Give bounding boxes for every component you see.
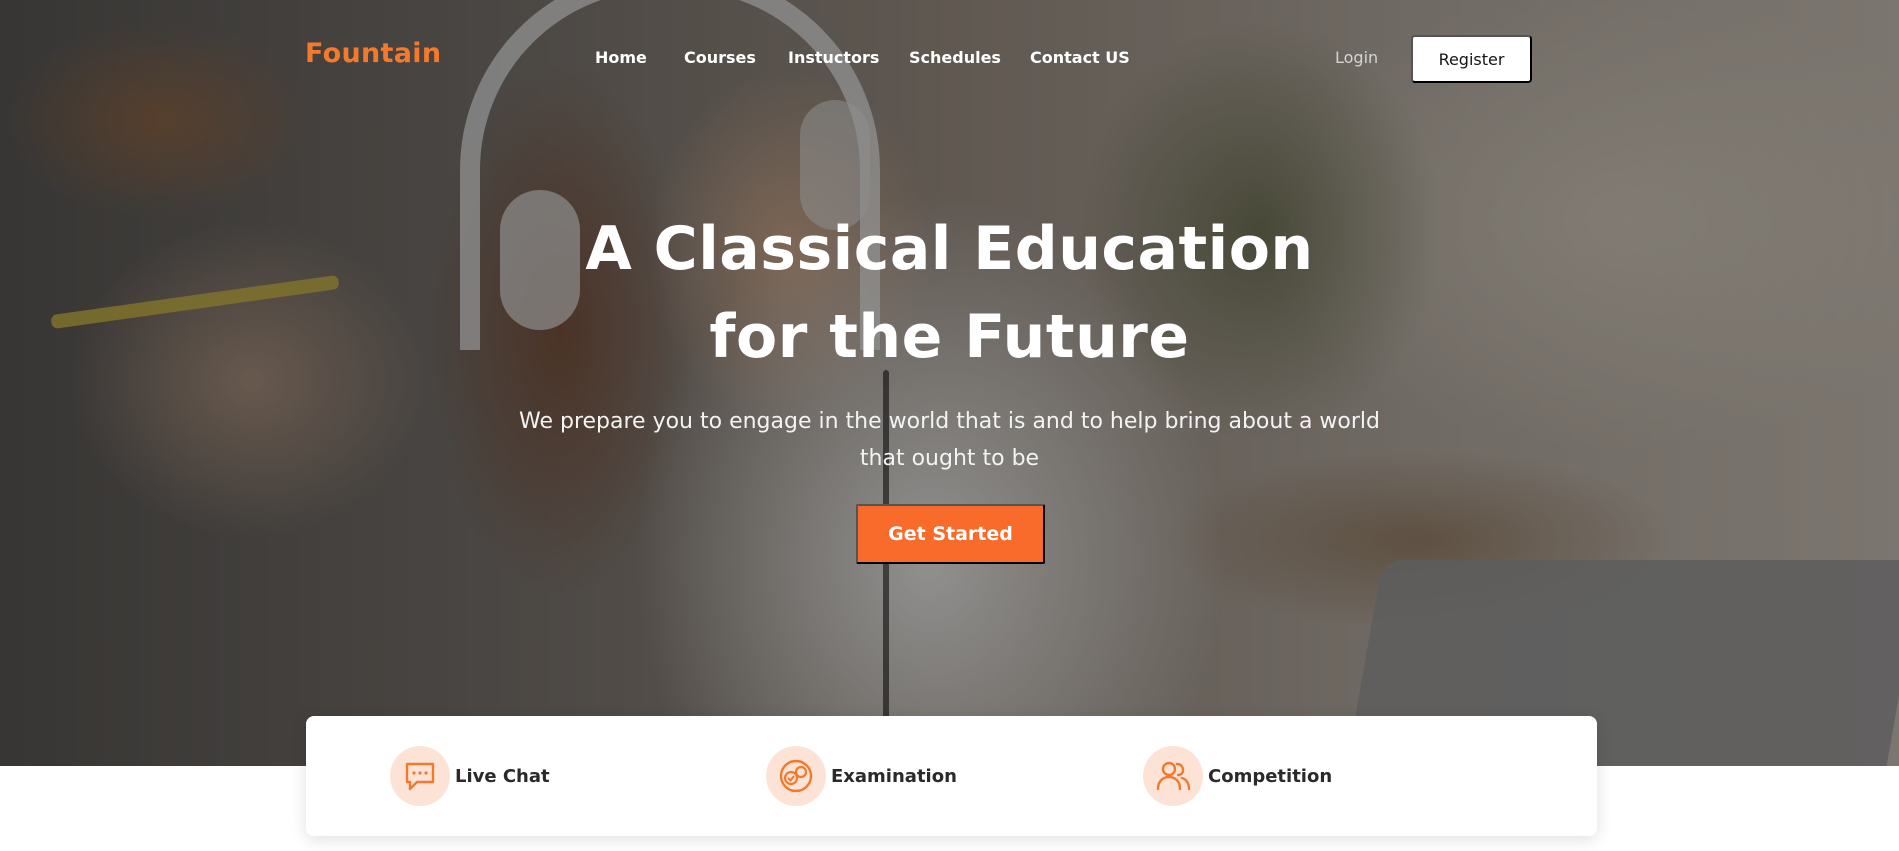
get-started-button[interactable]: Get Started — [856, 504, 1045, 564]
hero-headline-line1: A Classical Education — [585, 214, 1314, 284]
feature-examination[interactable]: Examination — [766, 746, 957, 806]
register-button[interactable]: Register — [1411, 35, 1532, 83]
nav-link-instructors[interactable]: Instuctors — [788, 48, 879, 67]
nav-link-courses[interactable]: Courses — [684, 48, 756, 67]
feature-label-competition: Competition — [1208, 765, 1333, 787]
nav-link-home[interactable]: Home — [595, 48, 647, 67]
nav-link-contact[interactable]: Contact US — [1030, 48, 1130, 67]
feature-label-examination: Examination — [831, 765, 957, 787]
hero-subtext: We prepare you to engage in the world th… — [0, 403, 1899, 477]
hero-overlay — [0, 0, 1899, 766]
features-card: Live Chat Examination Competition — [306, 716, 1597, 836]
feature-label-live-chat: Live Chat — [455, 765, 550, 787]
login-link[interactable]: Login — [1335, 48, 1378, 67]
feature-competition[interactable]: Competition — [1143, 746, 1332, 806]
examination-icon — [766, 746, 826, 806]
hero-headline-line2: for the Future — [709, 302, 1190, 372]
hero-headline: A Classical Education for the Future — [0, 205, 1899, 381]
hero-section: Fountain Home Courses Instuctors Schedul… — [0, 0, 1899, 766]
hero-subtext-line2: that ought to be — [859, 446, 1040, 471]
nav-link-schedules[interactable]: Schedules — [909, 48, 1001, 67]
brand-logo[interactable]: Fountain — [305, 38, 441, 69]
hero-subtext-line1: We prepare you to engage in the world th… — [518, 409, 1380, 434]
feature-live-chat[interactable]: Live Chat — [390, 746, 550, 806]
chat-bubble-icon — [390, 746, 450, 806]
users-icon — [1143, 746, 1203, 806]
